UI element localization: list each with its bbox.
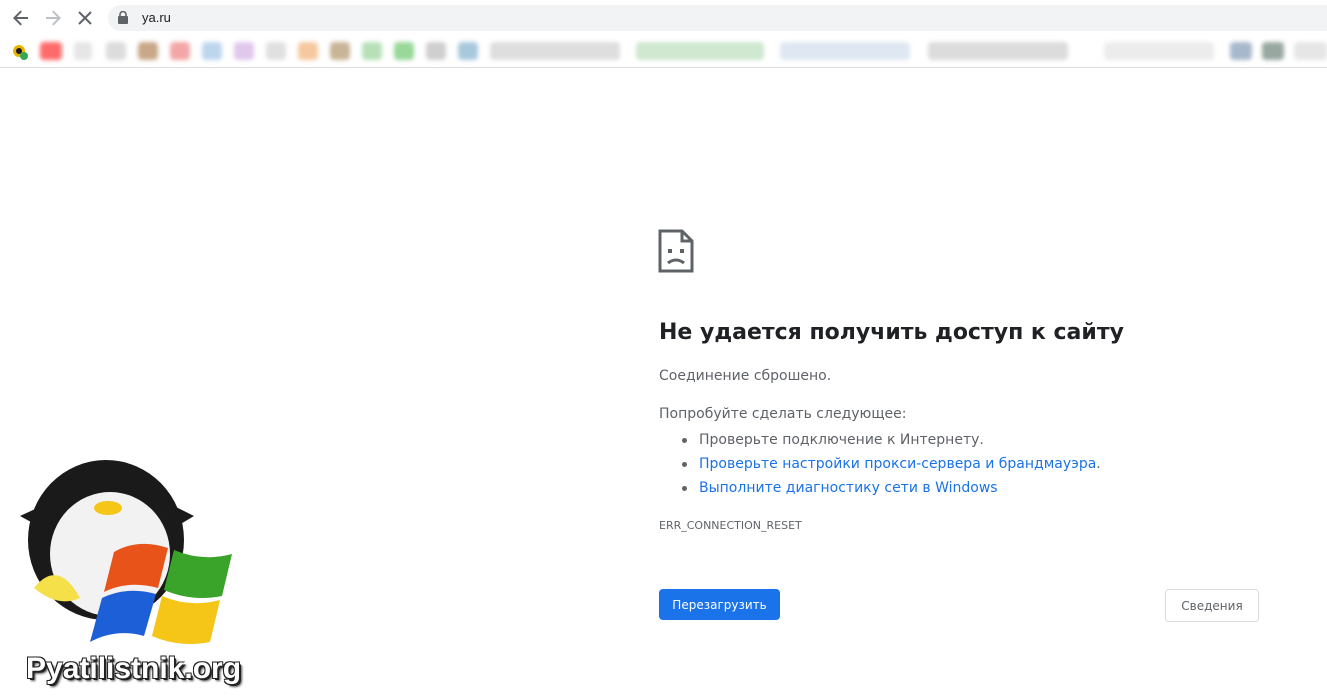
- suggestion-period: .: [1096, 456, 1101, 472]
- bookmark-item[interactable]: [330, 42, 350, 60]
- forward-button[interactable]: [41, 6, 65, 30]
- watermark-text: Pyatilistnik.org: [26, 652, 242, 685]
- page-title: Не удается получить доступ к сайту: [659, 320, 1124, 345]
- suggestion-check-connection: Проверьте подключение к Интернету.: [699, 432, 984, 448]
- stop-button[interactable]: [73, 6, 97, 30]
- bookmark-item[interactable]: [74, 42, 92, 60]
- lock-icon: [118, 11, 128, 24]
- error-subtitle: Соединение сброшено.: [659, 368, 832, 384]
- bookmark-item[interactable]: [106, 42, 126, 60]
- bookmark-item[interactable]: [202, 42, 222, 60]
- close-icon: [78, 11, 92, 25]
- suggestions-heading: Попробуйте сделать следующее:: [659, 406, 907, 422]
- bookmark-item[interactable]: [1294, 42, 1327, 60]
- address-bar[interactable]: ya.ru: [108, 5, 1327, 31]
- back-button[interactable]: [9, 6, 33, 30]
- bookmark-item[interactable]: [1104, 42, 1214, 60]
- bookmark-item[interactable]: [234, 42, 254, 60]
- url-text: ya.ru: [142, 10, 171, 25]
- bookmarks-bar: [0, 36, 1327, 68]
- list-item: Проверьте настройки прокси-сервера и бра…: [680, 452, 1101, 476]
- bookmark-item[interactable]: [458, 42, 478, 60]
- bookmark-item[interactable]: [394, 42, 414, 60]
- arrow-left-icon: [13, 10, 28, 26]
- proxy-settings-link[interactable]: Проверьте настройки прокси-сервера и бра…: [699, 456, 1096, 472]
- bookmark-item[interactable]: [362, 42, 382, 60]
- bookmark-item[interactable]: [426, 42, 446, 60]
- bookmark-item[interactable]: [138, 42, 158, 60]
- apps-icon[interactable]: [11, 43, 29, 61]
- network-diagnostics-link[interactable]: Выполните диагностику сети в Windows: [699, 480, 998, 496]
- list-item: Проверьте подключение к Интернету.: [680, 428, 1101, 452]
- reload-button[interactable]: Перезагрузить: [659, 589, 780, 620]
- error-code: ERR_CONNECTION_RESET: [659, 519, 802, 532]
- details-button[interactable]: Сведения: [1165, 589, 1259, 622]
- sad-page-icon: [658, 229, 694, 273]
- bookmark-item[interactable]: [1262, 42, 1284, 60]
- bookmark-item[interactable]: [928, 42, 1068, 60]
- bookmark-item[interactable]: [266, 42, 286, 60]
- bookmark-item[interactable]: [170, 42, 190, 60]
- list-item: Выполните диагностику сети в Windows: [680, 476, 1101, 500]
- bookmark-item[interactable]: [636, 42, 764, 60]
- bookmark-item[interactable]: [298, 42, 318, 60]
- bookmark-item[interactable]: [40, 42, 62, 60]
- suggestions-list: Проверьте подключение к Интернету. Прове…: [680, 428, 1101, 500]
- bookmark-item[interactable]: [780, 42, 910, 60]
- bookmark-item[interactable]: [1230, 42, 1252, 60]
- arrow-right-icon: [46, 10, 61, 26]
- bookmark-item[interactable]: [490, 42, 620, 60]
- browser-toolbar: ya.ru: [0, 0, 1327, 36]
